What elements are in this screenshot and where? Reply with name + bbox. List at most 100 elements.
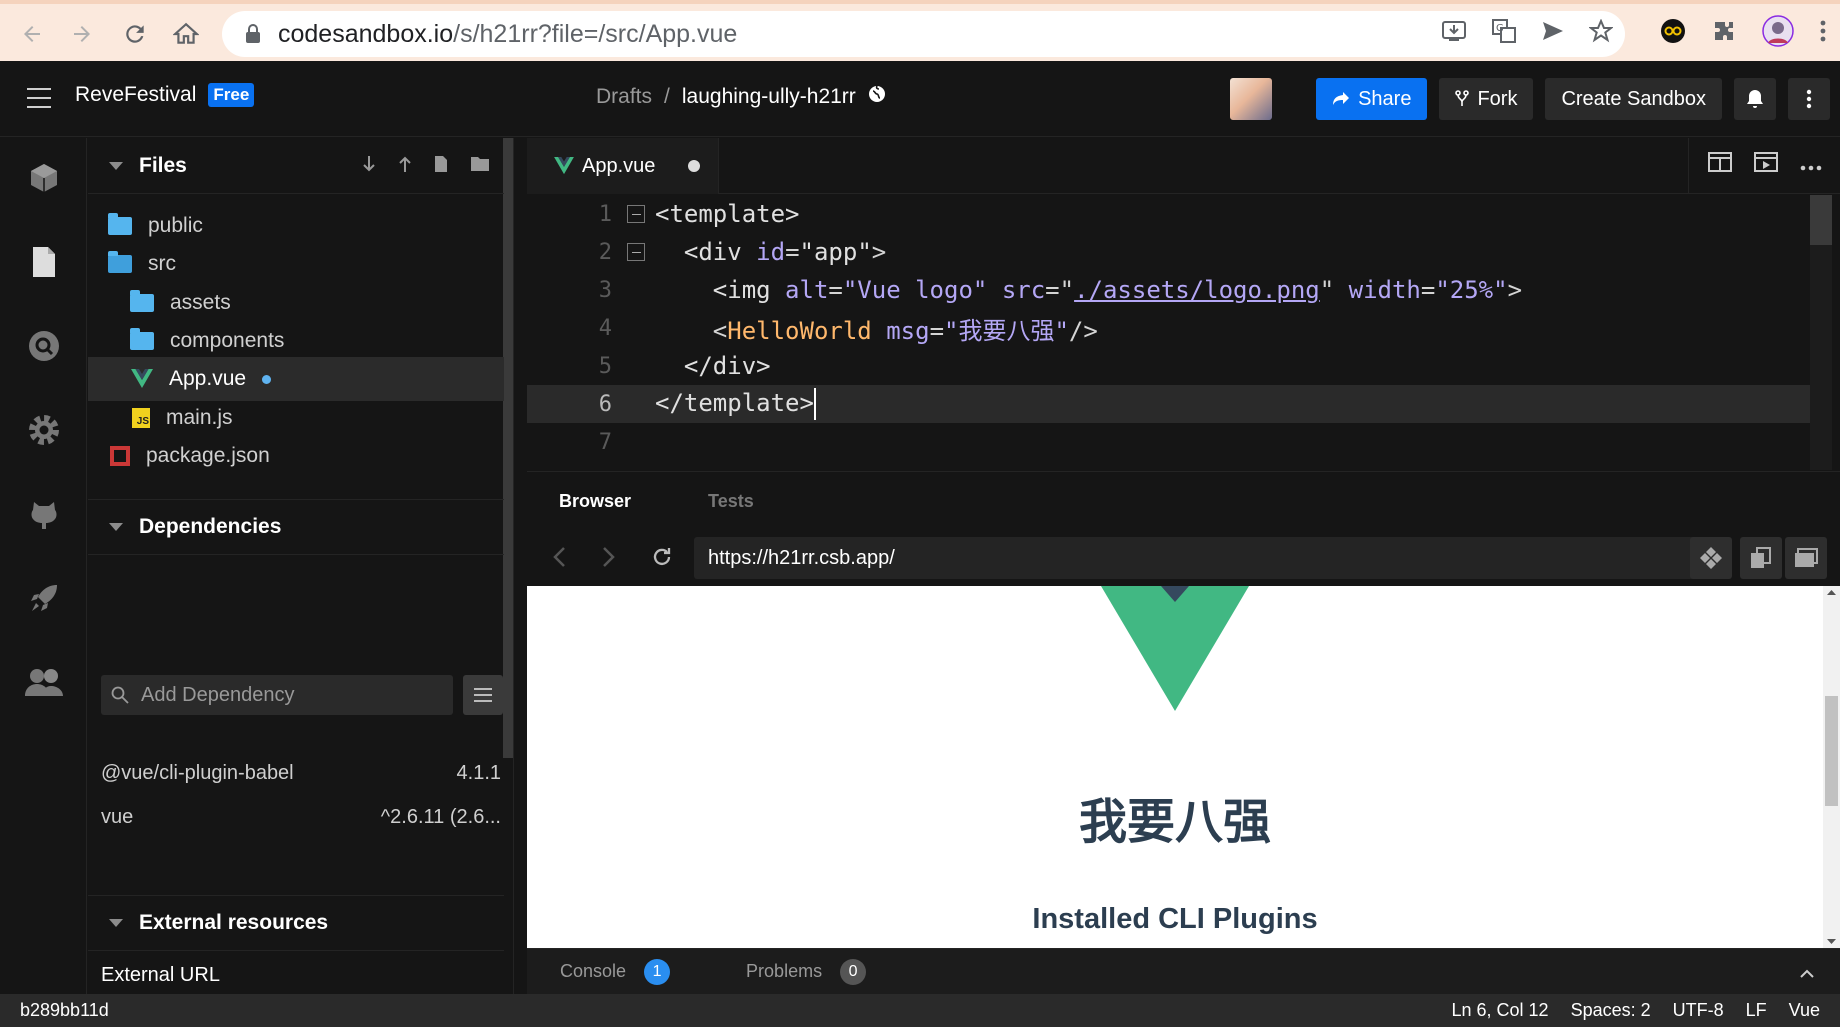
preview-window-icon[interactable] — [1754, 152, 1778, 178]
github-icon[interactable] — [0, 484, 87, 544]
folder-icon — [130, 290, 154, 312]
code-token: width — [1348, 276, 1421, 304]
preview-back-icon[interactable] — [552, 544, 566, 575]
folder-icon — [130, 328, 154, 350]
preview-scrollbar[interactable] — [1823, 586, 1840, 948]
dependency-row[interactable]: @vue/cli-plugin-babel 4.1.1 — [101, 762, 501, 785]
menu-icon[interactable] — [27, 88, 51, 108]
workspace-name[interactable]: ReveFestival Free — [75, 83, 255, 107]
user-avatar[interactable] — [1230, 78, 1273, 120]
tree-item-label: public — [148, 214, 203, 237]
preview-forward-icon[interactable] — [602, 544, 616, 575]
expand-console-icon[interactable] — [1800, 963, 1814, 984]
back-icon[interactable] — [10, 12, 54, 56]
sandbox-name[interactable]: laughing-ully-h21rr — [682, 85, 856, 109]
problems-label: Problems — [746, 961, 823, 981]
preview-refresh-icon[interactable] — [650, 545, 674, 576]
scroll-up-icon[interactable] — [1823, 586, 1840, 600]
fullscreen-preview-icon[interactable] — [1785, 537, 1827, 579]
dependencies-title: Dependencies — [139, 515, 282, 538]
chrome-menu-icon[interactable] — [1820, 20, 1826, 49]
code-token: "我要八强" — [944, 316, 1069, 345]
project-info-cube-icon[interactable] — [0, 148, 87, 208]
external-resources-section-header[interactable]: External resources — [88, 895, 504, 951]
live-collaboration-icon[interactable] — [0, 652, 87, 712]
tab-app-vue[interactable]: App.vue — [527, 138, 719, 194]
home-icon[interactable] — [164, 12, 208, 56]
download-arrow-icon[interactable] — [362, 155, 376, 179]
new-file-icon[interactable] — [434, 155, 448, 179]
more-menu-icon[interactable] — [1788, 78, 1830, 120]
vue-file-icon — [554, 157, 574, 175]
deploy-rocket-icon[interactable] — [0, 568, 87, 628]
sidebar-scrollbar[interactable] — [503, 138, 513, 758]
preview-heading: 我要八强 — [1078, 794, 1271, 850]
code-link-token[interactable]: ./assets/logo.png — [1074, 276, 1320, 304]
share-button[interactable]: Share — [1316, 78, 1428, 120]
profile-avatar-icon[interactable] — [1762, 14, 1794, 54]
files-explorer-icon[interactable] — [0, 232, 87, 292]
fork-button[interactable]: Fork — [1439, 78, 1534, 120]
external-resources-title: External resources — [139, 911, 329, 934]
preview-url-input[interactable]: https://h21rr.csb.app/ — [694, 537, 1694, 579]
code-token: </template> — [655, 389, 814, 417]
search-icon[interactable] — [0, 316, 87, 376]
problems-tab[interactable]: Problems 0 — [746, 958, 867, 985]
dependency-row[interactable]: vue ^2.6.11 (2.6... — [101, 806, 501, 829]
cursor-position[interactable]: Ln 6, Col 12 — [1451, 1000, 1548, 1021]
fold-toggle-icon[interactable] — [627, 243, 645, 261]
responsive-view-icon[interactable] — [1690, 537, 1732, 579]
tree-item-label: package.json — [146, 444, 270, 467]
dependency-version: ^2.6.11 (2.6... — [380, 806, 501, 828]
tab-tests[interactable]: Tests — [708, 491, 754, 512]
fold-toggle-icon[interactable] — [627, 205, 645, 223]
tab-browser[interactable]: Browser — [559, 491, 631, 512]
install-app-icon[interactable] — [1441, 19, 1467, 50]
send-icon[interactable] — [1541, 20, 1565, 49]
unsaved-dot[interactable] — [688, 160, 700, 172]
code-line-current: 6 </template> — [527, 385, 1827, 423]
reload-icon[interactable] — [113, 12, 157, 56]
tree-item-src[interactable]: src — [88, 242, 504, 286]
address-bar[interactable]: codesandbox.io/s/h21rr?file=/src/App.vue… — [222, 11, 1625, 57]
share-label: Share — [1358, 87, 1412, 110]
language-mode[interactable]: Vue — [1789, 1000, 1820, 1021]
files-section-header[interactable]: Files — [88, 138, 504, 194]
console-count-badge: 1 — [644, 958, 671, 985]
open-in-new-window-icon[interactable] — [1740, 537, 1782, 579]
indentation-setting[interactable]: Spaces: 2 — [1571, 1000, 1651, 1021]
forward-icon[interactable] — [60, 12, 104, 56]
scroll-down-icon[interactable] — [1823, 934, 1840, 948]
translate-icon[interactable]: G — [1491, 18, 1517, 51]
share-arrow-icon — [1333, 92, 1350, 105]
code-token: <div — [683, 238, 742, 266]
split-view-icon[interactable] — [1708, 152, 1732, 178]
upload-arrow-icon[interactable] — [398, 155, 412, 179]
tree-item-app-vue[interactable]: App.vue — [88, 357, 504, 401]
bookmark-star-icon[interactable] — [1588, 17, 1614, 50]
settings-gear-icon[interactable] — [0, 400, 87, 460]
code-token: </div> — [683, 352, 771, 380]
add-dependency-input[interactable]: Add Dependency — [101, 675, 453, 715]
preview-frame[interactable]: 我要八强 Installed CLI Plugins — [527, 586, 1823, 948]
console-tab[interactable]: Console 1 — [560, 958, 671, 985]
code-token: "Vue logo" — [842, 276, 988, 304]
extension-glasses-icon[interactable] — [1660, 18, 1686, 51]
app-header: ReveFestival Free Drafts / laughing-ully… — [0, 61, 1840, 137]
dependency-list-menu-button[interactable] — [463, 675, 503, 715]
editor-scrollbar[interactable] — [1810, 195, 1832, 470]
tree-item-package-json[interactable]: package.json — [88, 434, 504, 478]
file-encoding[interactable]: UTF-8 — [1673, 1000, 1724, 1021]
breadcrumb-separator: / — [664, 85, 670, 108]
code-editor[interactable]: 1 <template> 2 <div id="app"> 3 <img alt… — [527, 195, 1840, 470]
extensions-puzzle-icon[interactable] — [1712, 19, 1736, 50]
dependencies-section-header[interactable]: Dependencies — [88, 499, 504, 555]
breadcrumb-drafts[interactable]: Drafts — [596, 85, 652, 109]
notifications-bell-icon[interactable] — [1734, 78, 1776, 120]
code-token: <template> — [655, 200, 800, 228]
create-sandbox-button[interactable]: Create Sandbox — [1545, 78, 1722, 120]
more-options-icon[interactable] — [1800, 154, 1822, 177]
code-line: 5 </div> — [527, 347, 1827, 385]
line-ending[interactable]: LF — [1746, 1000, 1767, 1021]
new-folder-icon[interactable] — [470, 155, 490, 179]
